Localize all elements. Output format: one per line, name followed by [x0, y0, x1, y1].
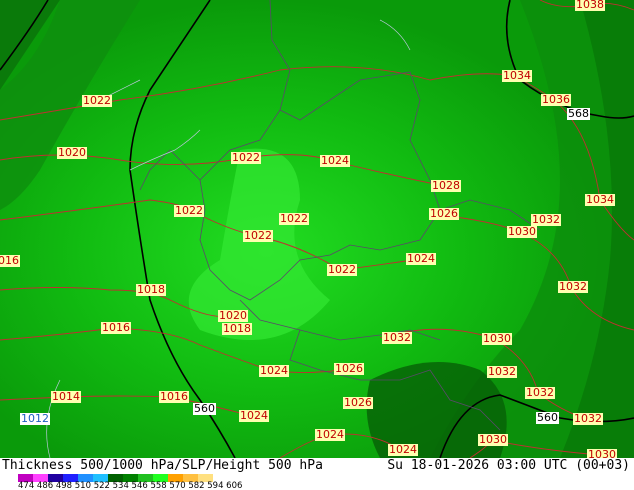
contour-label: 1032	[382, 331, 412, 344]
contour-label: 1030	[507, 225, 537, 238]
contour-label: 568	[567, 107, 590, 120]
contour-label: 1024	[315, 428, 345, 441]
color-scale-ticks: 474 486 498 510 522 534 546 558 570 582 …	[18, 481, 243, 490]
contour-label: 1030	[482, 332, 512, 345]
contour-label: 1026	[343, 396, 373, 409]
contour-label: 1024	[406, 252, 436, 265]
contour-label: 1028	[431, 179, 461, 192]
contour-label: 1018	[222, 322, 252, 335]
contour-label: 1016	[159, 390, 189, 403]
contour-label: 016	[0, 255, 20, 267]
contour-label: 1032	[573, 412, 603, 425]
contour-label: 1022	[174, 204, 204, 217]
contour-label: 1026	[429, 207, 459, 220]
contour-label: 1014	[51, 390, 81, 403]
contour-label: 1020	[57, 146, 87, 159]
contour-label: 1022	[231, 151, 261, 164]
contour-label: 1024	[388, 443, 418, 456]
contour-label: 1024	[259, 364, 289, 377]
contour-label: 1038	[575, 0, 605, 11]
contour-label: 1020	[218, 309, 248, 322]
contour-label: 1032	[558, 280, 588, 293]
contour-label: 1022	[327, 263, 357, 276]
contour-label: 1016	[101, 321, 131, 334]
contour-label: 1032	[487, 365, 517, 378]
map-footer: Thickness 500/1000 hPa/SLP/Height 500 hP…	[0, 458, 634, 490]
contour-label: 1022	[279, 212, 309, 225]
contour-label: 1022	[243, 229, 273, 242]
contour-label: 560	[193, 402, 216, 415]
contour-label: 1036	[541, 93, 571, 106]
contour-label: 1024	[320, 154, 350, 167]
contour-label: 1030	[478, 433, 508, 446]
contour-label: 1022	[82, 94, 112, 107]
map-datetime: Su 18-01-2026 03:00 UTC (00+03)	[387, 458, 630, 473]
contour-label: 1024	[239, 409, 269, 422]
contour-label: 1018	[136, 283, 166, 296]
weather-map-view: 1038 1034 1036 568 1022 1020 1022 1024 1028 1034 1…	[0, 0, 634, 490]
contour-label: 1034	[502, 69, 532, 82]
contour-label: 1032	[525, 386, 555, 399]
contour-label: 1026	[334, 362, 364, 375]
contour-label: 560	[536, 411, 559, 424]
contour-label: 1034	[585, 193, 615, 206]
contour-label: 1012	[20, 412, 50, 425]
map-title: Thickness 500/1000 hPa/SLP/Height 500 hP…	[2, 458, 323, 473]
